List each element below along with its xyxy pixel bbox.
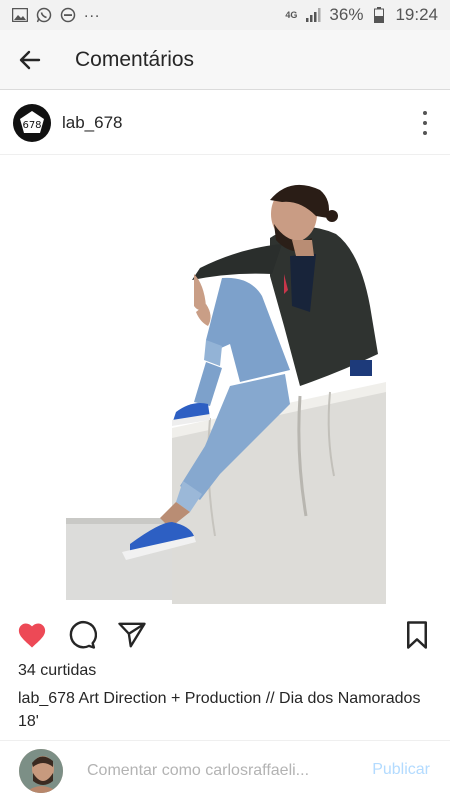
network-type: 4G <box>285 9 298 20</box>
current-user-avatar <box>19 748 63 793</box>
avatar-logo-text: 678 <box>22 120 41 131</box>
status-bar-left: ... <box>12 4 101 23</box>
arrow-left-icon <box>19 50 41 69</box>
back-button[interactable] <box>0 30 60 90</box>
status-bar-right: 4G 36% 19:24 <box>285 5 438 25</box>
post-username[interactable]: lab_678 <box>62 113 123 133</box>
dot-icon <box>423 111 427 115</box>
lab-678-avatar[interactable]: 678 <box>13 103 51 142</box>
comment-bubble-icon <box>69 621 97 649</box>
battery-icon <box>371 7 387 23</box>
dot-icon <box>423 121 427 125</box>
post-caption: lab_678 Art Direction + Production // Di… <box>18 687 438 733</box>
save-button[interactable] <box>402 620 432 650</box>
comment-input[interactable] <box>87 761 347 780</box>
lab-678-logo: 678 <box>20 110 44 133</box>
status-bar: ... 4G 36% 19:24 <box>0 0 450 30</box>
man-sitting-on-wall-illustration <box>66 184 386 604</box>
post-photo[interactable] <box>0 156 450 606</box>
comment-composer: Publicar <box>0 740 450 800</box>
publish-button[interactable]: Publicar <box>372 761 430 779</box>
post-actions <box>0 612 450 656</box>
post-header: 678 lab_678 <box>0 91 450 155</box>
caption-text: Art Direction + Production // Dia dos Na… <box>18 690 421 730</box>
page-title: Comentários <box>75 47 195 71</box>
likes-count[interactable]: 34 curtidas <box>18 662 96 680</box>
battery-percent: 36% <box>329 5 364 24</box>
bookmark-icon <box>407 621 427 649</box>
heart-filled-icon <box>18 623 46 648</box>
top-app-bar: Comentários <box>0 30 450 90</box>
more-options-button[interactable] <box>422 111 428 135</box>
signal-icon <box>305 7 321 23</box>
comment-button[interactable] <box>67 620 97 650</box>
dot-icon <box>423 131 427 135</box>
paper-plane-icon <box>118 622 146 648</box>
whatsapp-icon <box>36 7 52 23</box>
gallery-icon <box>12 7 28 23</box>
like-button[interactable] <box>17 620 47 650</box>
notification-overflow: ... <box>84 4 101 21</box>
caption-username[interactable]: lab_678 <box>18 690 75 707</box>
do-not-disturb-icon <box>60 7 76 23</box>
clock: 19:24 <box>395 5 438 24</box>
user-portrait <box>19 748 63 793</box>
share-button[interactable] <box>117 620 147 650</box>
